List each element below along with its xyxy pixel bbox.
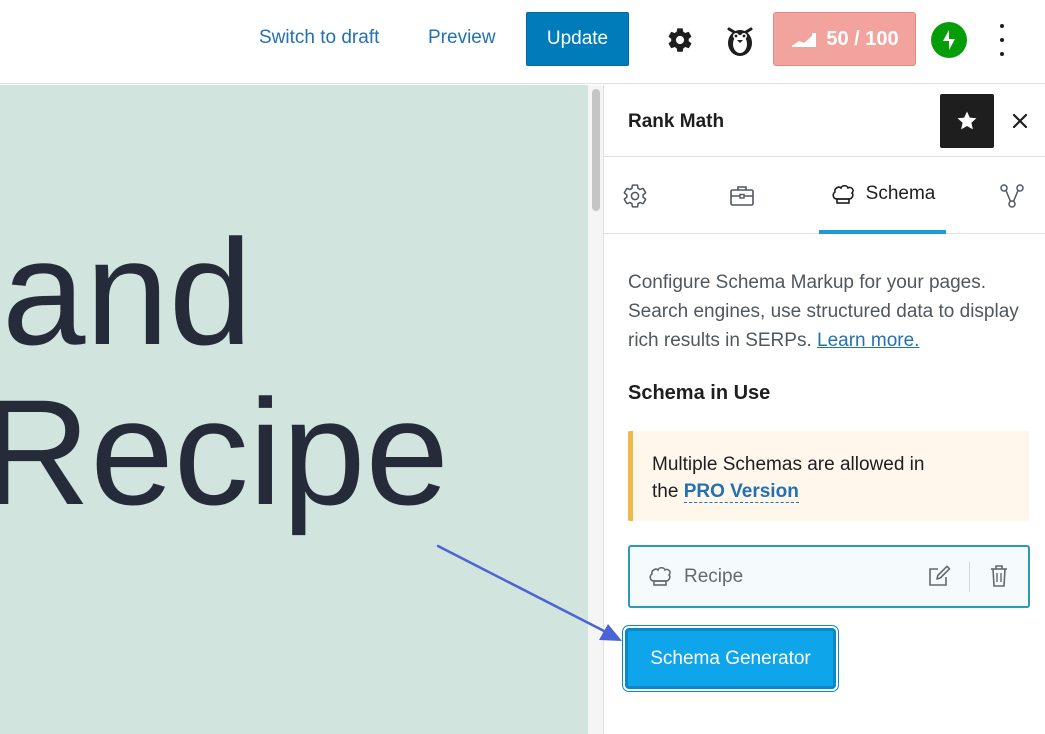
post-title-line-1[interactable]: and [2,217,252,367]
rank-math-sidebar: Rank Math Schema Configure Schema Markup… [604,85,1045,734]
pin-sidebar-button[interactable] [940,94,994,148]
social-share-icon [1000,183,1024,208]
chef-hat-icon [832,184,854,204]
sidebar-title: Rank Math [628,111,725,132]
sidebar-tabs: Schema [604,157,1045,234]
chart-icon [792,33,817,47]
schema-item-recipe: Recipe [628,545,1030,608]
tab-schema[interactable]: Schema [819,157,946,234]
seo-score-label: 50 / 100 [826,27,899,50]
tab-schema-label: Schema [865,182,936,204]
schema-in-use-heading: Schema in Use [628,382,771,404]
learn-more-link[interactable]: Learn more. [817,330,919,351]
scrollbar-thumb[interactable] [592,89,600,211]
tab-general[interactable] [604,157,666,234]
schema-description: Configure Schema Markup for your pages. … [628,268,1028,355]
tab-social[interactable] [989,157,1035,234]
switch-to-draft-button[interactable]: Switch to draft [259,27,379,49]
more-vertical-icon[interactable] [990,24,1014,56]
trash-icon[interactable] [986,562,1012,590]
post-title-line-2[interactable]: Recipe [0,377,449,527]
briefcase-icon [730,185,754,206]
star-icon [957,111,977,130]
notice-text: Multiple Schemas are allowed in the PRO … [652,451,952,505]
bolt-icon[interactable] [931,22,967,58]
pro-version-notice: Multiple Schemas are allowed in the PRO … [628,431,1029,521]
update-button[interactable]: Update [526,12,629,66]
seo-score-button[interactable]: 50 / 100 [773,12,916,66]
sidebar-header: Rank Math [604,85,1045,157]
schema-generator-button[interactable]: Schema Generator [625,628,836,689]
chef-hat-icon [647,563,673,589]
editor-canvas[interactable]: and Recipe [0,85,588,734]
penguin-icon[interactable] [722,22,758,58]
tab-advanced[interactable] [712,157,772,234]
preview-button[interactable]: Preview [428,27,496,49]
gear-icon[interactable] [664,24,696,56]
card-divider [969,562,970,592]
pro-version-link[interactable]: PRO Version [683,481,799,503]
close-icon [1012,113,1028,129]
schema-item-name: Recipe [684,566,744,587]
close-sidebar-button[interactable] [1008,109,1032,133]
editor-scrollbar[interactable] [588,85,604,734]
gear-icon [623,183,647,208]
edit-icon[interactable] [925,562,953,590]
editor-toolbar: Switch to draft Preview Update 50 / 100 [0,0,1045,84]
